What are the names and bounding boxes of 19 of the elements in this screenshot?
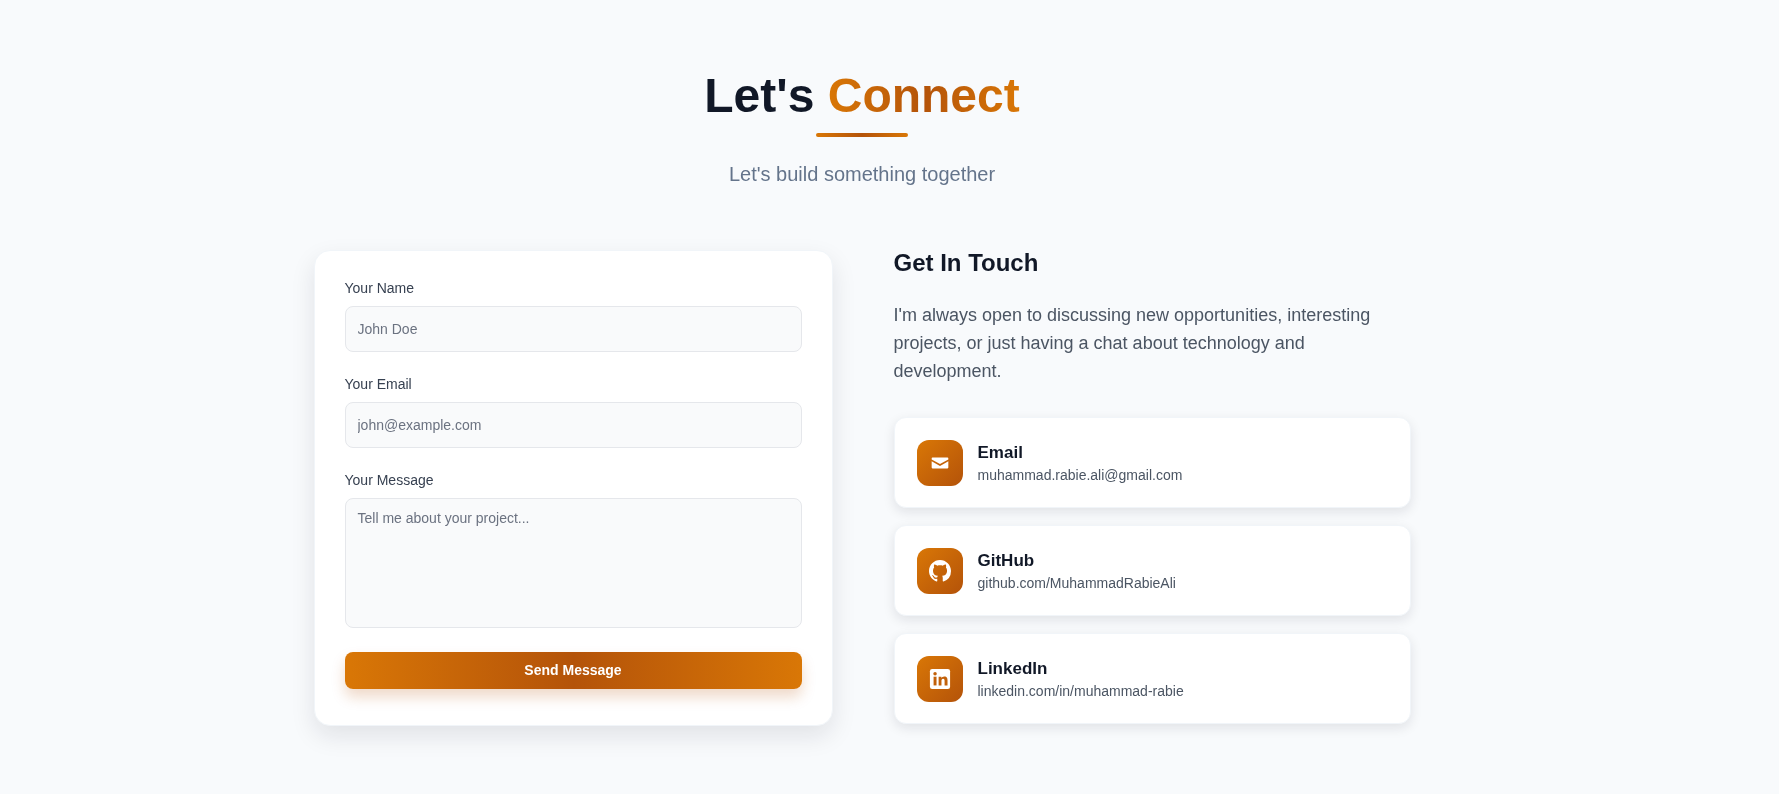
github-icon — [916, 547, 963, 594]
field-label: Your Message — [344, 471, 434, 490]
contact-label: GitHub — [977, 549, 1036, 572]
contact-label: LinkedIn — [977, 657, 1049, 680]
contact-value: linkedin.com/in/muhammad-rabie — [977, 681, 1184, 701]
send-message-button[interactable]: Send Message — [344, 652, 802, 689]
subtitle: Let's build something together — [728, 162, 996, 187]
contact-label: Email — [977, 441, 1024, 464]
section-heading: Get In Touch — [893, 248, 1040, 278]
linkedin-icon — [916, 655, 963, 702]
message-textarea[interactable]: Tell me about your project... — [344, 498, 802, 628]
envelope-icon — [916, 439, 963, 486]
field-label: Your Email — [344, 375, 412, 394]
contact-value: github.com/MuhammadRabieAli — [977, 573, 1176, 593]
input-field[interactable]: john@example.com — [344, 402, 802, 448]
input-field[interactable]: John Doe — [344, 306, 802, 352]
field-label: Your Name — [344, 279, 415, 298]
contact-value: muhammad.rabie.ali@gmail.com — [977, 465, 1183, 485]
description-text: I'm always open to discussing new opportunities, interesting projects, or just having a chat about technology and development. — [893, 304, 1372, 383]
